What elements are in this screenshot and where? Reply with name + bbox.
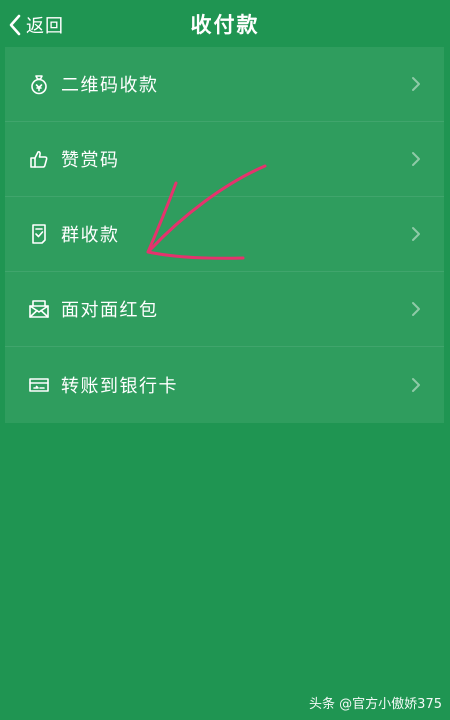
- menu-item-appreciation-code[interactable]: 赞赏码: [5, 122, 444, 197]
- chevron-right-icon: [410, 225, 422, 243]
- chevron-right-icon: [410, 75, 422, 93]
- red-envelope-icon: [27, 297, 51, 321]
- menu-item-label: 二维码收款: [61, 75, 159, 96]
- menu-item-label: 面对面红包: [61, 300, 159, 321]
- group-receipt-icon: [27, 222, 51, 246]
- chevron-right-icon: [410, 300, 422, 318]
- thumbs-up-icon: [27, 147, 51, 171]
- page-title: 收付款: [190, 13, 260, 37]
- chevron-right-icon: [410, 150, 422, 168]
- menu-item-label: 转账到银行卡: [61, 376, 178, 397]
- chevron-right-icon: [410, 376, 422, 394]
- navigation-bar: 返回 收付款: [0, 0, 450, 50]
- money-bag-icon: [27, 72, 51, 96]
- payment-menu: 二维码收款 赞赏码 群收款 面对面红包 转账到银行卡: [5, 47, 444, 423]
- watermark: 头条 @官方小傲娇375: [309, 697, 442, 712]
- menu-item-transfer-to-bank-card[interactable]: 转账到银行卡: [5, 347, 444, 423]
- menu-item-label: 群收款: [61, 225, 120, 246]
- menu-item-qr-receive[interactable]: 二维码收款: [5, 47, 444, 122]
- menu-item-group-receipt[interactable]: 群收款: [5, 197, 444, 272]
- bank-card-icon: [27, 373, 51, 397]
- menu-item-face-to-face-red-envelope[interactable]: 面对面红包: [5, 272, 444, 347]
- menu-item-label: 赞赏码: [61, 150, 120, 171]
